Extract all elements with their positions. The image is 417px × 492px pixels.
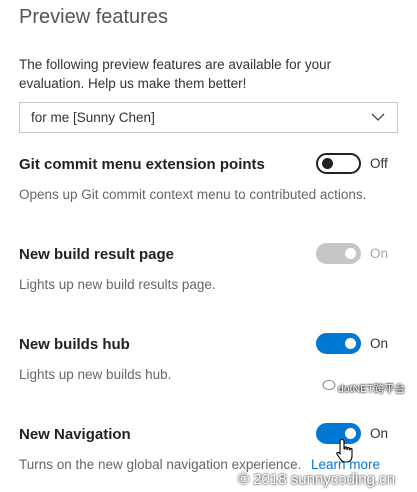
feature-title: New Navigation — [19, 426, 131, 443]
git-commit-menu-toggle[interactable] — [316, 153, 361, 174]
toggle-state-label: On — [370, 246, 389, 261]
chevron-down-icon — [371, 113, 385, 121]
toggle-state-label: On — [370, 336, 389, 351]
feature-title: New builds hub — [19, 336, 130, 353]
feature-description: Turns on the new global navigation exper… — [19, 457, 302, 472]
chat-bubble-icon — [322, 380, 336, 390]
feature-description: Lights up new builds hub. — [19, 367, 172, 382]
toggle-knob — [345, 338, 356, 349]
toggle-state-label: On — [370, 426, 389, 441]
new-builds-hub-toggle[interactable] — [316, 333, 361, 354]
feature-title: Git commit menu extension points — [19, 156, 265, 173]
feature-description: Lights up new build results page. — [19, 277, 216, 292]
page-title: Preview features — [19, 6, 168, 28]
preview-features-panel: Preview features The following preview f… — [0, 0, 417, 492]
watermark-top: dotNET跨平台 — [338, 383, 406, 395]
toggle-knob — [322, 158, 333, 169]
toggle-knob — [345, 248, 356, 259]
feature-title: New build result page — [19, 246, 175, 263]
hand-pointer-icon — [336, 438, 353, 463]
feature-description: Opens up Git commit context menu to cont… — [19, 187, 367, 202]
new-build-result-page-toggle — [316, 243, 361, 264]
watermark-bottom: © 2018 sunnycoding.cn — [238, 471, 395, 488]
scope-dropdown[interactable]: for me [Sunny Chen] — [19, 102, 398, 133]
toggle-state-label: Off — [370, 156, 388, 171]
intro-text: The following preview features are avail… — [19, 57, 332, 91]
scope-dropdown-value: for me [Sunny Chen] — [31, 110, 155, 125]
